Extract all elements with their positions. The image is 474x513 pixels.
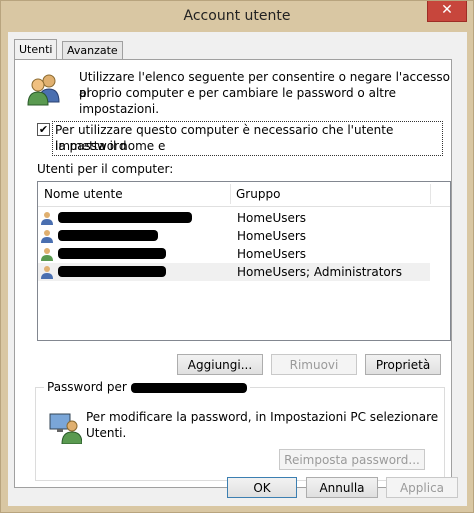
- table-row[interactable]: HomeUsers: [38, 245, 430, 263]
- group-cell: HomeUsers; Administrators: [237, 265, 402, 279]
- ok-button[interactable]: OK: [227, 477, 297, 498]
- tab-panel: Utilizzare l'elenco seguente per consent…: [14, 59, 452, 488]
- group-cell: HomeUsers: [237, 229, 307, 243]
- checkmark-icon: ✔: [38, 123, 49, 136]
- table-row-selected[interactable]: HomeUsers; Administrators: [38, 263, 430, 281]
- title-bar[interactable]: Account utente ✕: [1, 1, 473, 33]
- window-title: Account utente: [183, 8, 291, 24]
- tab-label: Utenti: [19, 43, 53, 56]
- users-list-label: Utenti per il computer:: [37, 162, 174, 176]
- password-group-title-text: Password per: [47, 380, 127, 394]
- password-info-2: Utenti.: [86, 426, 127, 440]
- reset-password-button[interactable]: Reimposta password...: [279, 449, 425, 470]
- password-groupbox: Password per Per modificare la password,…: [35, 380, 445, 481]
- group-cell: HomeUsers: [237, 247, 307, 261]
- users-icon: [27, 74, 60, 106]
- listview-header: Nome utente Gruppo: [38, 182, 450, 207]
- require-password-checkbox[interactable]: ✔: [37, 123, 50, 136]
- redacted-username: [130, 382, 247, 393]
- user-monitor-icon: [49, 413, 82, 444]
- tab-utenti[interactable]: Utenti: [14, 39, 58, 60]
- user-icon: [41, 212, 53, 225]
- add-user-button[interactable]: Aggiungi...: [177, 354, 263, 375]
- apply-button[interactable]: Applica: [386, 477, 458, 498]
- require-password-label-2: la password: [55, 139, 127, 153]
- tab-avanzate[interactable]: Avanzate: [62, 41, 123, 60]
- column-header-username[interactable]: Nome utente: [44, 182, 230, 206]
- table-row[interactable]: HomeUsers: [38, 227, 430, 245]
- user-icon-green: [41, 248, 53, 261]
- intro-text-2: proprio computer e per cambiare le passw…: [79, 86, 397, 116]
- password-info-1: Per modificare la password, in Impostazi…: [86, 410, 439, 424]
- redacted-username: [58, 212, 192, 223]
- properties-button[interactable]: Proprietà: [365, 354, 441, 375]
- column-divider: [430, 184, 431, 204]
- redacted-username: [58, 248, 166, 259]
- column-divider[interactable]: [230, 184, 231, 204]
- require-password-label-focus[interactable]: Per utilizzare questo computer è necessa…: [52, 121, 443, 156]
- users-listview[interactable]: Nome utente Gruppo HomeUsers HomeUsers H…: [37, 181, 451, 341]
- user-icon: [41, 230, 53, 243]
- table-row[interactable]: HomeUsers: [38, 209, 430, 227]
- admin-user-icon: [41, 266, 53, 279]
- close-icon: ✕: [441, 2, 453, 18]
- redacted-username: [58, 230, 158, 241]
- dialog-window: Account utente ✕ Utenti Avanzate Utilizz…: [0, 0, 474, 513]
- group-cell: HomeUsers: [237, 211, 307, 225]
- remove-user-button[interactable]: Rimuovi: [271, 354, 357, 375]
- dialog-client: Utenti Avanzate Utilizzare l'elenco segu…: [8, 32, 467, 506]
- redacted-username: [58, 266, 166, 277]
- tab-label: Avanzate: [67, 44, 118, 57]
- column-header-group[interactable]: Gruppo: [236, 182, 426, 206]
- cancel-button[interactable]: Annulla: [306, 477, 378, 498]
- close-button[interactable]: ✕: [427, 1, 467, 22]
- password-group-title: Password per: [44, 380, 250, 394]
